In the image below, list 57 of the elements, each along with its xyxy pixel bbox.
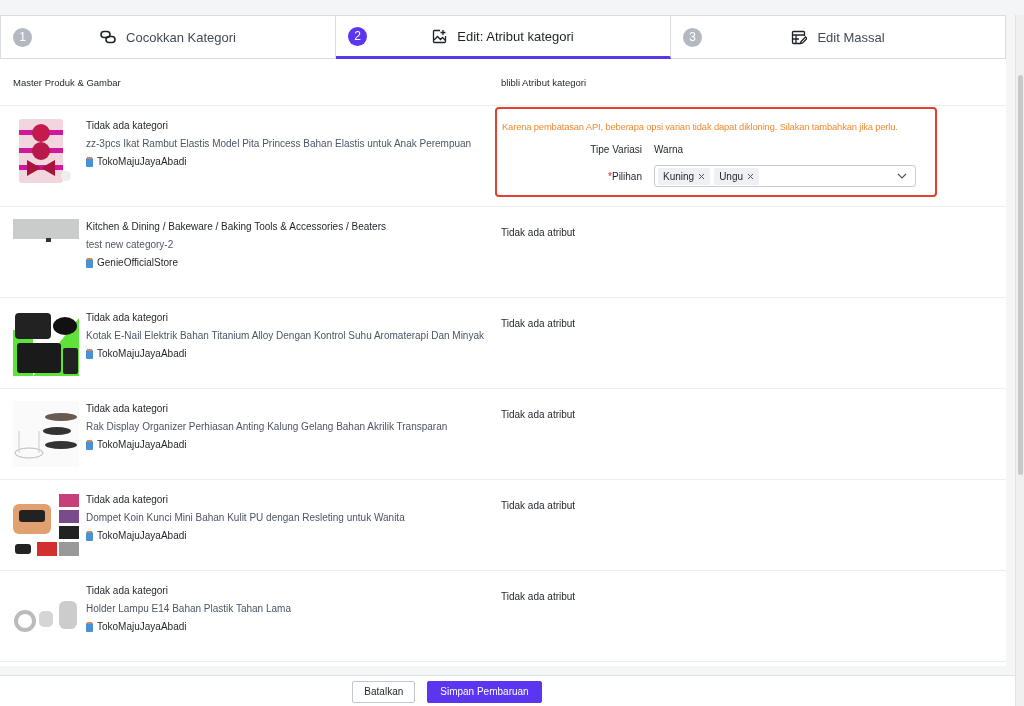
product-category: Kitchen & Dining / Bakeware / Baking Tools & Accessories / Beaters <box>86 221 386 232</box>
close-icon[interactable] <box>747 172 755 180</box>
options-select[interactable]: Kuning Ungu <box>654 165 916 187</box>
chevron-down-icon <box>897 173 907 179</box>
product-name: Dompet Koin Kunci Mini Bahan Kulit PU dengan Resleting untuk Wanita <box>86 512 405 523</box>
no-attribute-text: Tidak ada atribut <box>501 227 576 238</box>
product-category: Tidak ada kategori <box>86 494 169 505</box>
step-number: 2 <box>348 26 367 46</box>
product-name: test new category-2 <box>86 239 175 250</box>
product-category: Tidak ada kategori <box>86 403 169 414</box>
step-label: Cocokkan Kategori <box>126 29 236 45</box>
store-name: TokoMajuJayaAbadi <box>97 621 187 632</box>
product-category: Tidak ada kategori <box>86 120 169 131</box>
field-label: Tipe Variasi <box>589 144 642 155</box>
product-name: Rak Display Organizer Perhiasan Anting Kalung Gelang Bahan Akrilik Transparan <box>86 421 448 432</box>
step-number: 3 <box>683 27 702 47</box>
field-value: Warna <box>654 144 685 155</box>
field-label: *Pilihan <box>607 170 642 182</box>
image-edit-icon <box>432 28 448 44</box>
store-name: TokoMajuJayaAbadi <box>97 530 187 541</box>
no-attribute-text: Tidak ada atribut <box>501 409 576 420</box>
store-icon <box>86 257 93 268</box>
column-header: blibli Atribut kategori <box>500 76 588 88</box>
store-name: GenieOfficialStore <box>97 257 178 268</box>
warning-message: Karena pembatasan API, beberapa opsi varian tidak dapat dikloning. Silakan tambahkan jika perlu. <box>502 121 899 132</box>
product-photo <box>13 492 79 558</box>
store-icon <box>86 156 93 167</box>
product-photo <box>13 310 79 376</box>
column-header: Master Produk & Gambar <box>12 76 122 88</box>
store-name: TokoMajuJayaAbadi <box>97 348 187 359</box>
no-attribute-text: Tidak ada atribut <box>501 318 576 329</box>
store-icon <box>86 530 93 541</box>
option-tag: Kuning <box>658 167 711 185</box>
step-label: Edit: Atribut kategori <box>457 28 574 44</box>
cancel-button[interactable]: Batalkan <box>352 680 416 703</box>
product-photo <box>13 219 79 242</box>
product-name: Kotak E-Nail Elektrik Bahan Titanium Alloy Dengan Kontrol Suhu Aromaterapi Dan Minyak <box>86 330 484 341</box>
step-number: 1 <box>13 27 32 47</box>
store-name: TokoMajuJayaAbadi <box>97 156 187 167</box>
link-icon <box>100 30 117 44</box>
store-icon <box>86 348 93 359</box>
product-category: Tidak ada kategori <box>86 312 169 323</box>
store-icon <box>86 621 93 632</box>
step-label: Edit Massal <box>817 29 885 45</box>
store-name: TokoMajuJayaAbadi <box>97 439 187 450</box>
store-icon <box>86 439 93 450</box>
no-attribute-text: Tidak ada atribut <box>501 591 576 602</box>
save-button[interactable]: Simpan Pembaruan <box>427 680 542 703</box>
scrollbar[interactable] <box>1015 15 1024 706</box>
product-name: Holder Lampu E14 Bahan Plastik Tahan Lama <box>86 603 291 614</box>
product-name: zz-3pcs Ikat Rambut Elastis Model Pita Princess Bahan Elastis untuk Anak Perempuan <box>86 138 472 149</box>
option-tag: Ungu <box>714 167 760 185</box>
close-icon[interactable] <box>698 172 706 180</box>
table-edit-icon <box>791 29 808 45</box>
product-photo <box>18 118 74 184</box>
no-attribute-text: Tidak ada atribut <box>501 500 576 511</box>
product-category: Tidak ada kategori <box>86 585 169 596</box>
